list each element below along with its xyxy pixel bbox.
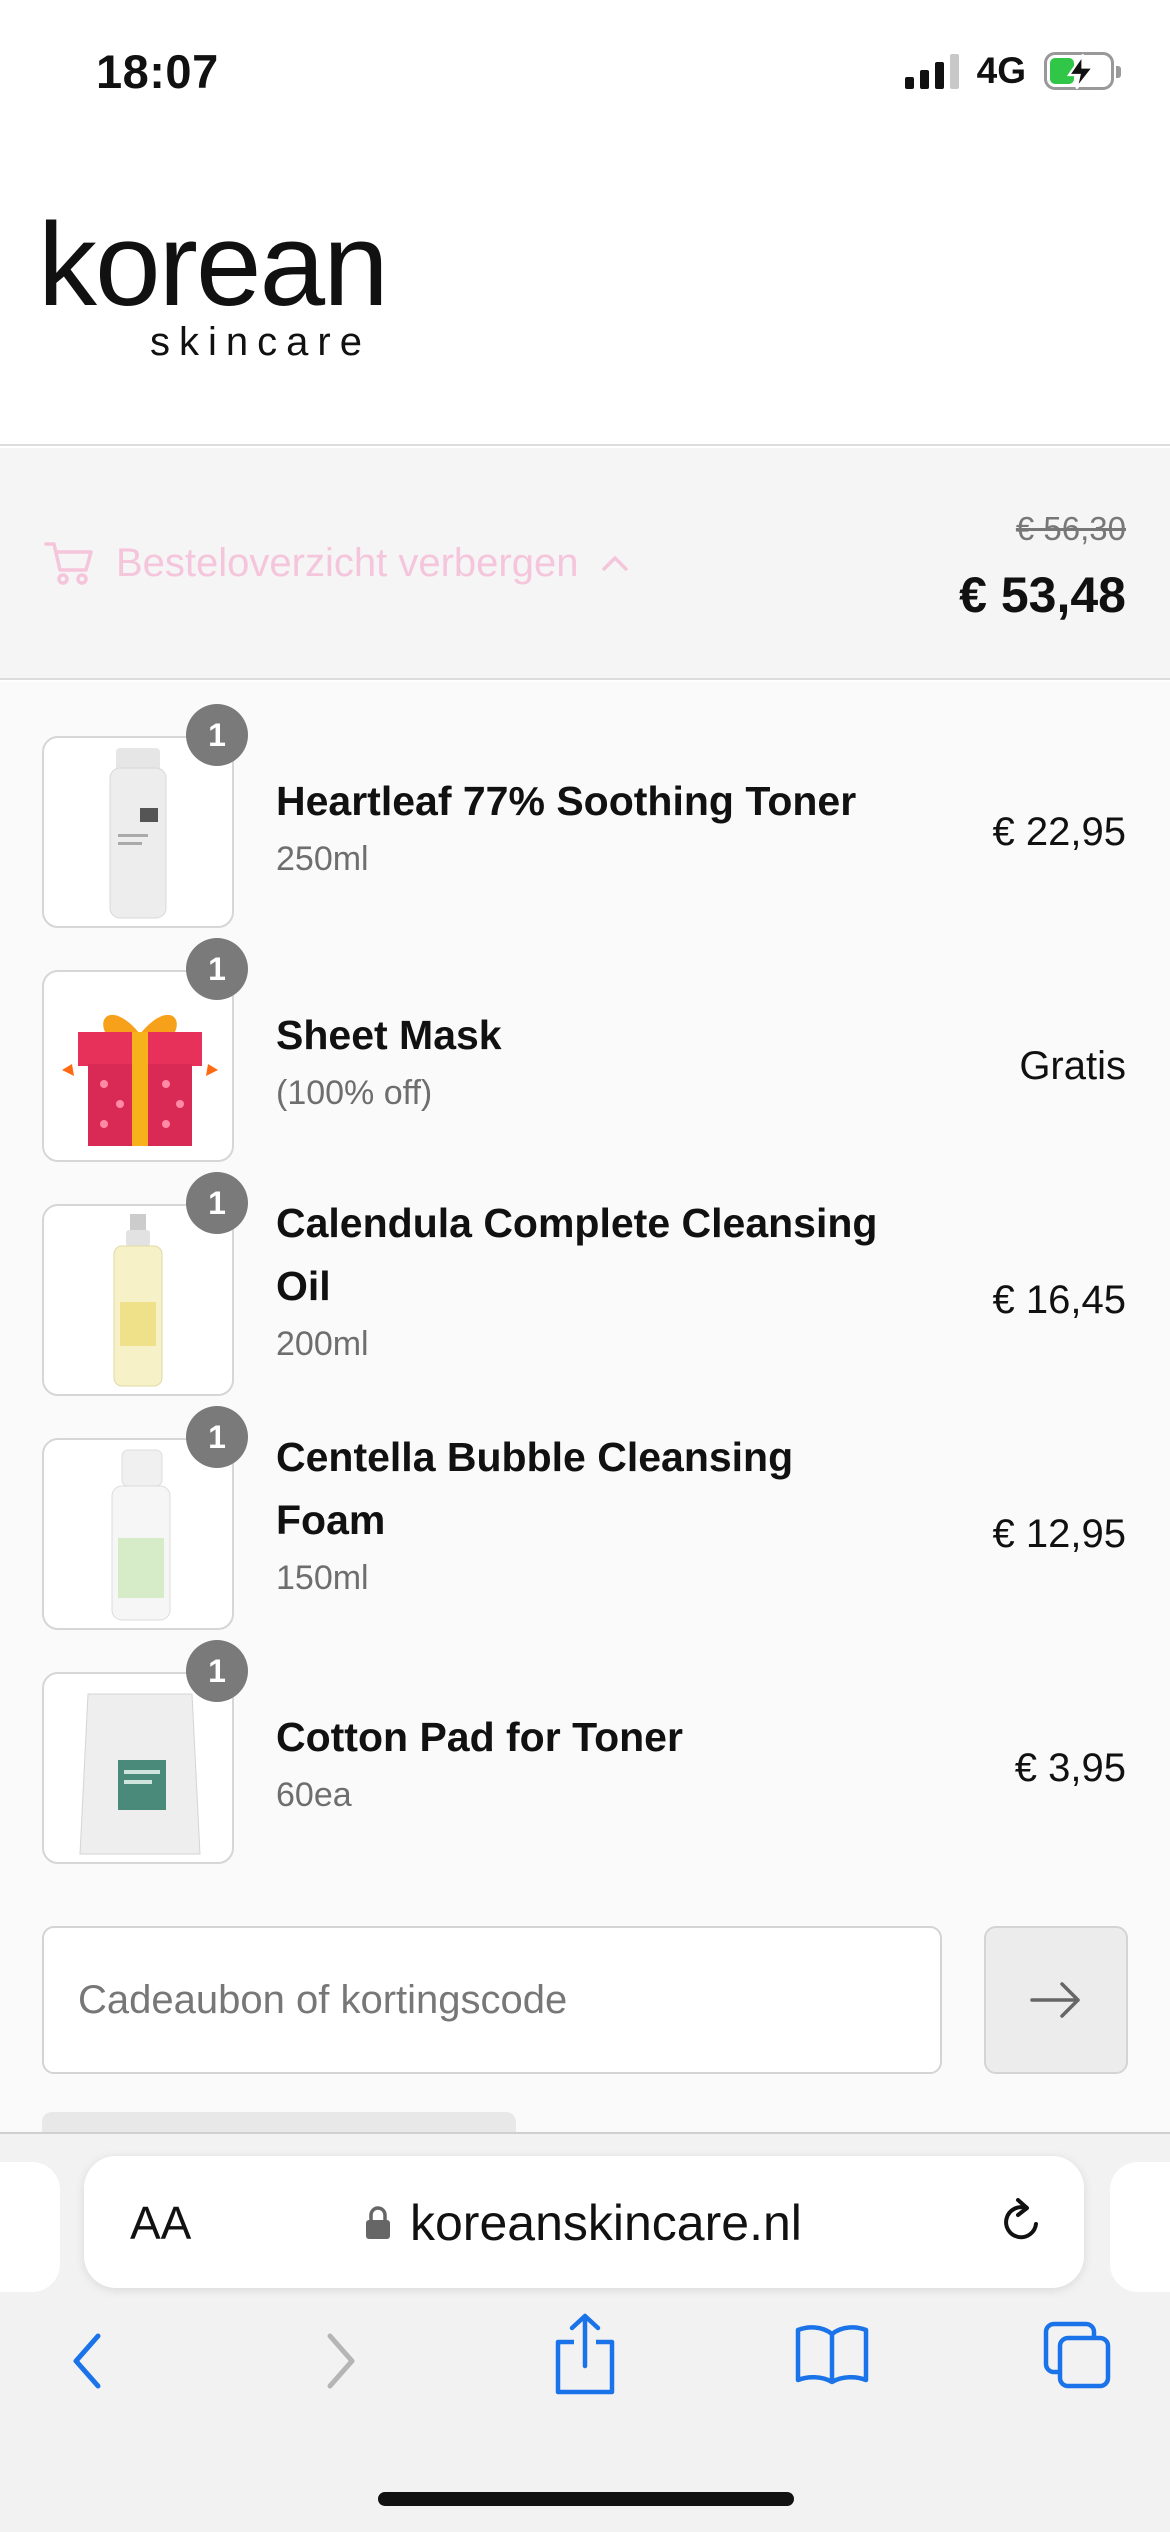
product-image <box>42 736 234 928</box>
item-variant: 250ml <box>276 840 369 878</box>
browser-chrome: AA koreanskincare.nl <box>0 2132 1170 2532</box>
discount-code-input[interactable] <box>44 1928 940 2072</box>
list-item: 1 Cotton Pad for Toner 60ea € 3,95 <box>0 1618 1170 1864</box>
next-tab-card[interactable] <box>1110 2162 1170 2292</box>
item-price: € 12,95 <box>992 1512 1126 1556</box>
status-indicators: 4G <box>904 50 1121 92</box>
address-bar[interactable]: AA koreanskincare.nl <box>84 2156 1084 2288</box>
browser-toolbar <box>0 2306 1170 2426</box>
item-name: Cotton Pad for Toner <box>276 1714 683 1760</box>
item-name: Sheet Mask <box>276 1012 502 1058</box>
item-name: Centella Bubble Cleansing Foam <box>276 1434 794 1543</box>
item-info: Heartleaf 77% Soothing Toner 250ml <box>276 770 896 885</box>
text-size-button[interactable]: AA <box>130 2196 191 2250</box>
url-display[interactable]: koreanskincare.nl <box>364 2194 802 2252</box>
product-image <box>42 1438 234 1630</box>
item-price: Gratis <box>1019 1044 1126 1088</box>
forward-icon[interactable] <box>318 2326 362 2396</box>
item-price: € 3,95 <box>1014 1746 1126 1790</box>
total-price: € 53,48 <box>959 567 1126 623</box>
item-info: Centella Bubble Cleansing Foam 150ml <box>276 1426 896 1604</box>
bookmarks-icon[interactable] <box>794 2322 870 2386</box>
item-name: Heartleaf 77% Soothing Toner <box>276 778 857 824</box>
share-icon[interactable] <box>550 2312 620 2396</box>
reload-icon[interactable] <box>996 2194 1048 2250</box>
arrow-right-icon <box>1030 1982 1080 2018</box>
cellular-signal-icon <box>904 53 959 89</box>
order-items-list: 1 Heartleaf 77% Soothing Toner 250ml € 2… <box>0 682 1170 2134</box>
item-price: € 16,45 <box>992 1278 1126 1322</box>
item-info: Calendula Complete Cleansing Oil 200ml <box>276 1192 896 1370</box>
status-bar: 18:07 4G <box>0 0 1170 150</box>
product-image <box>42 1204 234 1396</box>
item-variant: (100% off) <box>276 1074 433 1112</box>
previous-tab-card[interactable] <box>0 2162 60 2292</box>
order-summary-toggle-label: Besteloverzicht verbergen <box>116 540 579 585</box>
chevron-up-icon <box>602 556 629 571</box>
original-price: € 56,30 <box>1015 510 1126 547</box>
item-variant: 200ml <box>276 1325 369 1363</box>
quantity-badge: 1 <box>186 1406 248 1468</box>
quantity-badge: 1 <box>186 1640 248 1702</box>
back-icon[interactable] <box>66 2326 110 2396</box>
list-item: 1 Heartleaf 77% Soothing Toner 250ml € 2… <box>0 682 1170 928</box>
quantity-badge: 1 <box>186 1172 248 1234</box>
discount-code-field[interactable] <box>42 1926 942 2074</box>
url-text: koreanskincare.nl <box>410 2195 802 2251</box>
item-price: € 22,95 <box>992 810 1126 854</box>
item-variant: 60ea <box>276 1776 352 1814</box>
home-indicator[interactable] <box>378 2492 794 2506</box>
tabs-icon[interactable] <box>1042 2320 1114 2390</box>
network-type: 4G <box>976 50 1026 91</box>
item-info: Cotton Pad for Toner 60ea <box>276 1706 896 1821</box>
item-name: Calendula Complete Cleansing Oil <box>276 1200 878 1309</box>
quantity-badge: 1 <box>186 938 248 1000</box>
list-item: 1 Calendula Complete Cleansing Oil 200ml… <box>0 1150 1170 1396</box>
content-peek <box>42 2112 516 2134</box>
list-item: 1 Sheet Mask (100% off) Gratis <box>0 916 1170 1162</box>
text-size-label: AA <box>130 2197 192 2249</box>
gift-icon <box>42 970 234 1162</box>
order-summary-bar: Besteloverzicht verbergen € 56,30 € 53,4… <box>0 448 1170 680</box>
lock-icon <box>366 2206 390 2239</box>
order-summary-toggle[interactable]: Besteloverzicht verbergen <box>44 540 630 586</box>
quantity-badge: 1 <box>186 704 248 766</box>
site-header: korean skincare <box>0 150 1170 446</box>
logo-subtitle: skincare <box>150 320 371 364</box>
status-time: 18:07 <box>96 45 219 98</box>
list-item: 1 Centella Bubble Cleansing Foam 150ml €… <box>0 1384 1170 1630</box>
item-info: Sheet Mask (100% off) <box>276 1004 896 1119</box>
product-image <box>42 1672 234 1864</box>
battery-charging-icon <box>1044 52 1121 90</box>
logo-wordmark[interactable]: korean <box>38 206 389 324</box>
item-variant: 150ml <box>276 1559 369 1597</box>
apply-discount-button[interactable] <box>984 1926 1128 2074</box>
cart-icon <box>44 542 93 585</box>
